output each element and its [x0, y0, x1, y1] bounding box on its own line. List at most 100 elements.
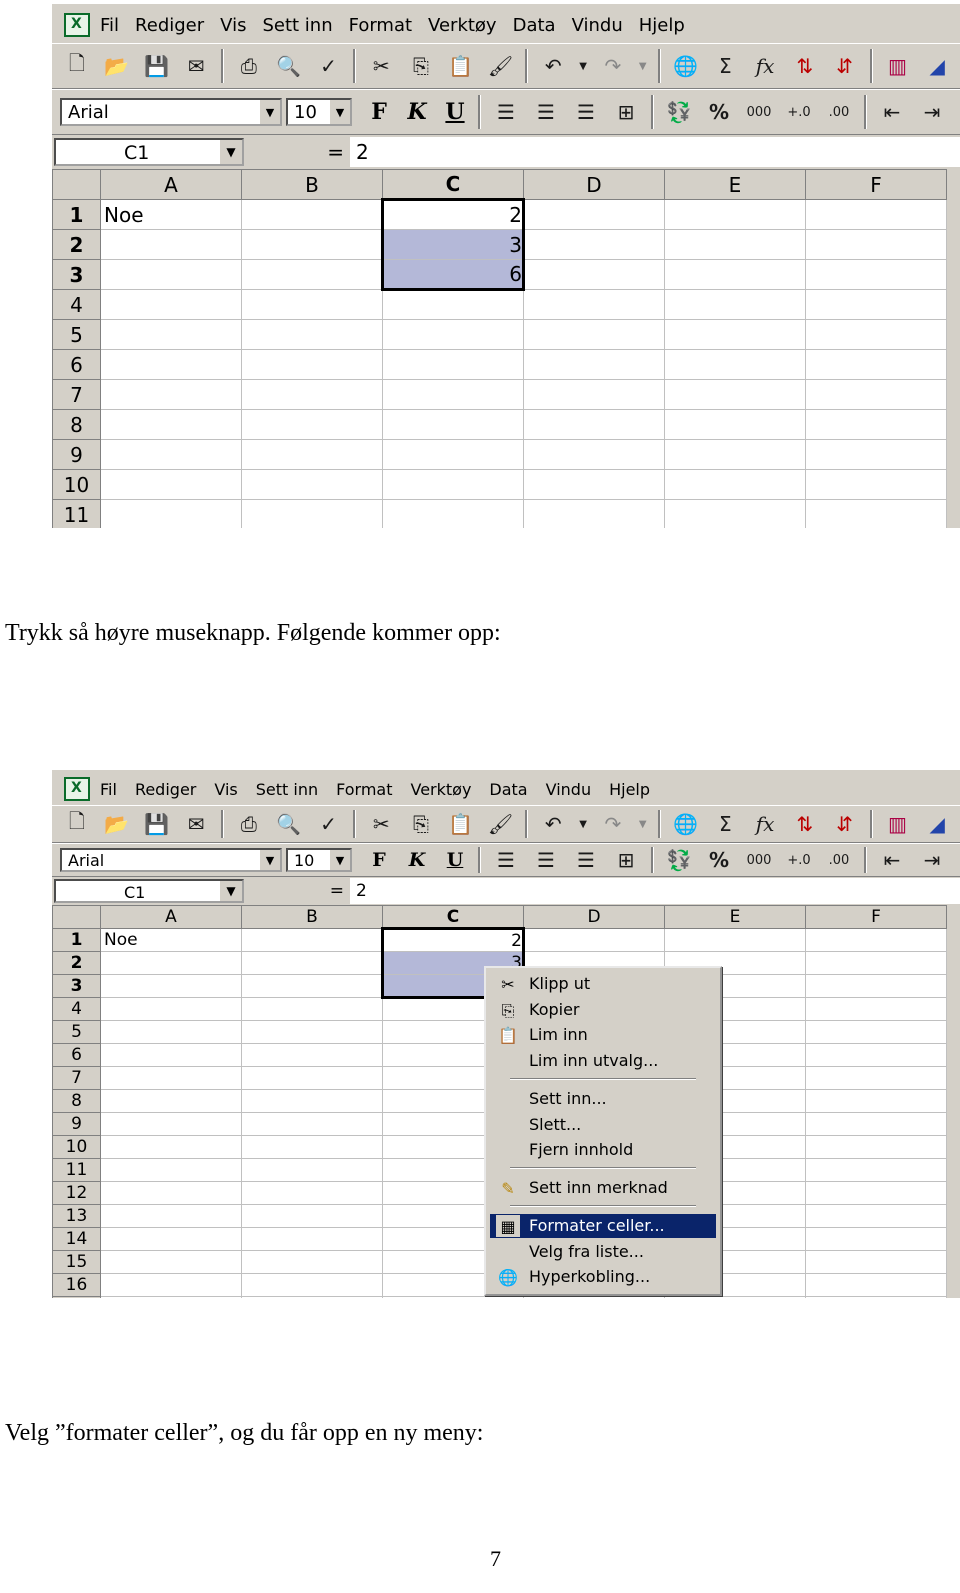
name-box[interactable]: C1 ▼	[54, 138, 244, 166]
cell[interactable]	[664, 469, 806, 500]
undo-icon[interactable]: ↶	[536, 49, 570, 83]
row-header[interactable]: 11	[52, 499, 101, 528]
row-header[interactable]: 4	[52, 997, 101, 1021]
cell[interactable]	[382, 349, 524, 380]
cell[interactable]	[523, 199, 665, 230]
row-header[interactable]: 4	[52, 289, 101, 320]
select-all-corner[interactable]	[52, 169, 101, 200]
cell[interactable]	[100, 289, 242, 320]
cell[interactable]	[805, 409, 947, 440]
format-painter-icon[interactable]: 🖌	[484, 807, 518, 841]
column-header[interactable]: F	[805, 905, 947, 929]
italic-button[interactable]: K	[400, 99, 434, 125]
cell[interactable]	[664, 1296, 806, 1298]
column-header[interactable]: C	[382, 169, 524, 201]
cell[interactable]	[382, 409, 524, 440]
row-header[interactable]: 15	[52, 1250, 101, 1274]
cell[interactable]	[805, 1296, 947, 1298]
bold-button[interactable]: F	[362, 99, 396, 125]
cell[interactable]	[523, 229, 665, 260]
align-right-icon[interactable]: ☰	[569, 95, 603, 129]
cell[interactable]	[805, 349, 947, 380]
cell[interactable]	[100, 1089, 242, 1113]
chevron-down-icon[interactable]: ▼	[260, 850, 280, 870]
cell[interactable]	[100, 349, 242, 380]
cell[interactable]	[241, 199, 383, 230]
row-header[interactable]: 5	[52, 319, 101, 350]
drawing-icon[interactable]: ◢	[920, 49, 954, 83]
currency-icon[interactable]: 💱	[662, 843, 696, 877]
cell[interactable]	[100, 499, 242, 528]
cell[interactable]	[241, 259, 383, 290]
merge-center-icon[interactable]: ⊞	[609, 843, 643, 877]
cell[interactable]	[100, 439, 242, 470]
row-header[interactable]: 9	[52, 439, 101, 470]
cell[interactable]	[241, 974, 383, 998]
row-header[interactable]: 13	[52, 1204, 101, 1228]
align-center-icon[interactable]: ☰	[529, 843, 563, 877]
cell[interactable]	[241, 1043, 383, 1067]
increase-indent-icon[interactable]: ⇥	[915, 95, 949, 129]
cell[interactable]	[382, 469, 524, 500]
column-header[interactable]: E	[664, 169, 806, 200]
new-document-icon[interactable]: 🗋	[60, 49, 94, 83]
open-folder-icon[interactable]: 📂	[100, 807, 134, 841]
excel-app-icon[interactable]	[64, 13, 90, 37]
cell-c1[interactable]: 2	[381, 927, 525, 952]
merge-center-icon[interactable]: ⊞	[609, 95, 643, 129]
row-header[interactable]: 1	[52, 928, 101, 952]
chevron-down-icon[interactable]: ▼	[576, 49, 590, 83]
decrease-decimal-icon[interactable]: .00	[822, 95, 856, 129]
hyperlink-globe-icon[interactable]: 🌐	[669, 49, 703, 83]
cell[interactable]	[523, 499, 665, 528]
cell[interactable]	[664, 229, 806, 260]
cell[interactable]	[241, 379, 383, 410]
email-icon[interactable]: ✉	[179, 807, 213, 841]
email-icon[interactable]: ✉	[179, 49, 213, 83]
row-header[interactable]: 5	[52, 1020, 101, 1044]
cell[interactable]	[523, 469, 665, 500]
cell[interactable]	[382, 1296, 524, 1298]
cell[interactable]	[241, 319, 383, 350]
cell[interactable]	[241, 349, 383, 380]
cell[interactable]	[805, 289, 947, 320]
row-header[interactable]: 6	[52, 349, 101, 380]
align-center-icon[interactable]: ☰	[529, 95, 563, 129]
formula-input[interactable]: 2	[350, 137, 960, 167]
cell[interactable]	[664, 289, 806, 320]
cell[interactable]	[523, 319, 665, 350]
undo-icon[interactable]: ↶	[536, 807, 570, 841]
cell[interactable]	[100, 259, 242, 290]
cell[interactable]	[241, 1020, 383, 1044]
row-header[interactable]: 12	[52, 1181, 101, 1205]
spelling-icon[interactable]: ✓	[312, 807, 346, 841]
cell[interactable]	[523, 289, 665, 320]
print-icon[interactable]: ⎙	[232, 49, 266, 83]
row-header[interactable]: 3	[52, 974, 101, 998]
row-header[interactable]: 14	[52, 1227, 101, 1251]
menu-data[interactable]: Data	[513, 15, 556, 36]
menu-vis[interactable]: Vis	[214, 780, 237, 799]
menu-sett-inn[interactable]: Sett inn	[256, 780, 318, 799]
cell[interactable]	[805, 951, 947, 975]
cell[interactable]	[241, 997, 383, 1021]
menu-fil[interactable]: Fil	[100, 15, 119, 36]
new-document-icon[interactable]: 🗋	[60, 807, 94, 841]
cell[interactable]	[805, 499, 947, 528]
cell[interactable]	[100, 997, 242, 1021]
menu-format[interactable]: Format	[336, 780, 392, 799]
underline-button[interactable]: U	[438, 99, 472, 125]
font-size-select[interactable]: 10 ▼	[286, 848, 352, 872]
row-header[interactable]: 11	[52, 1158, 101, 1182]
cell[interactable]	[664, 379, 806, 410]
chevron-down-icon[interactable]: ▼	[330, 850, 350, 870]
cell[interactable]	[805, 1135, 947, 1159]
thousands-separator-button[interactable]: 000	[742, 95, 776, 129]
cell[interactable]	[805, 997, 947, 1021]
row-header[interactable]: 7	[52, 1066, 101, 1090]
sort-ascending-icon[interactable]: ⇅	[788, 49, 822, 83]
cell[interactable]	[100, 379, 242, 410]
cell[interactable]	[241, 1227, 383, 1251]
cell[interactable]	[241, 1296, 383, 1298]
cell[interactable]	[382, 319, 524, 350]
